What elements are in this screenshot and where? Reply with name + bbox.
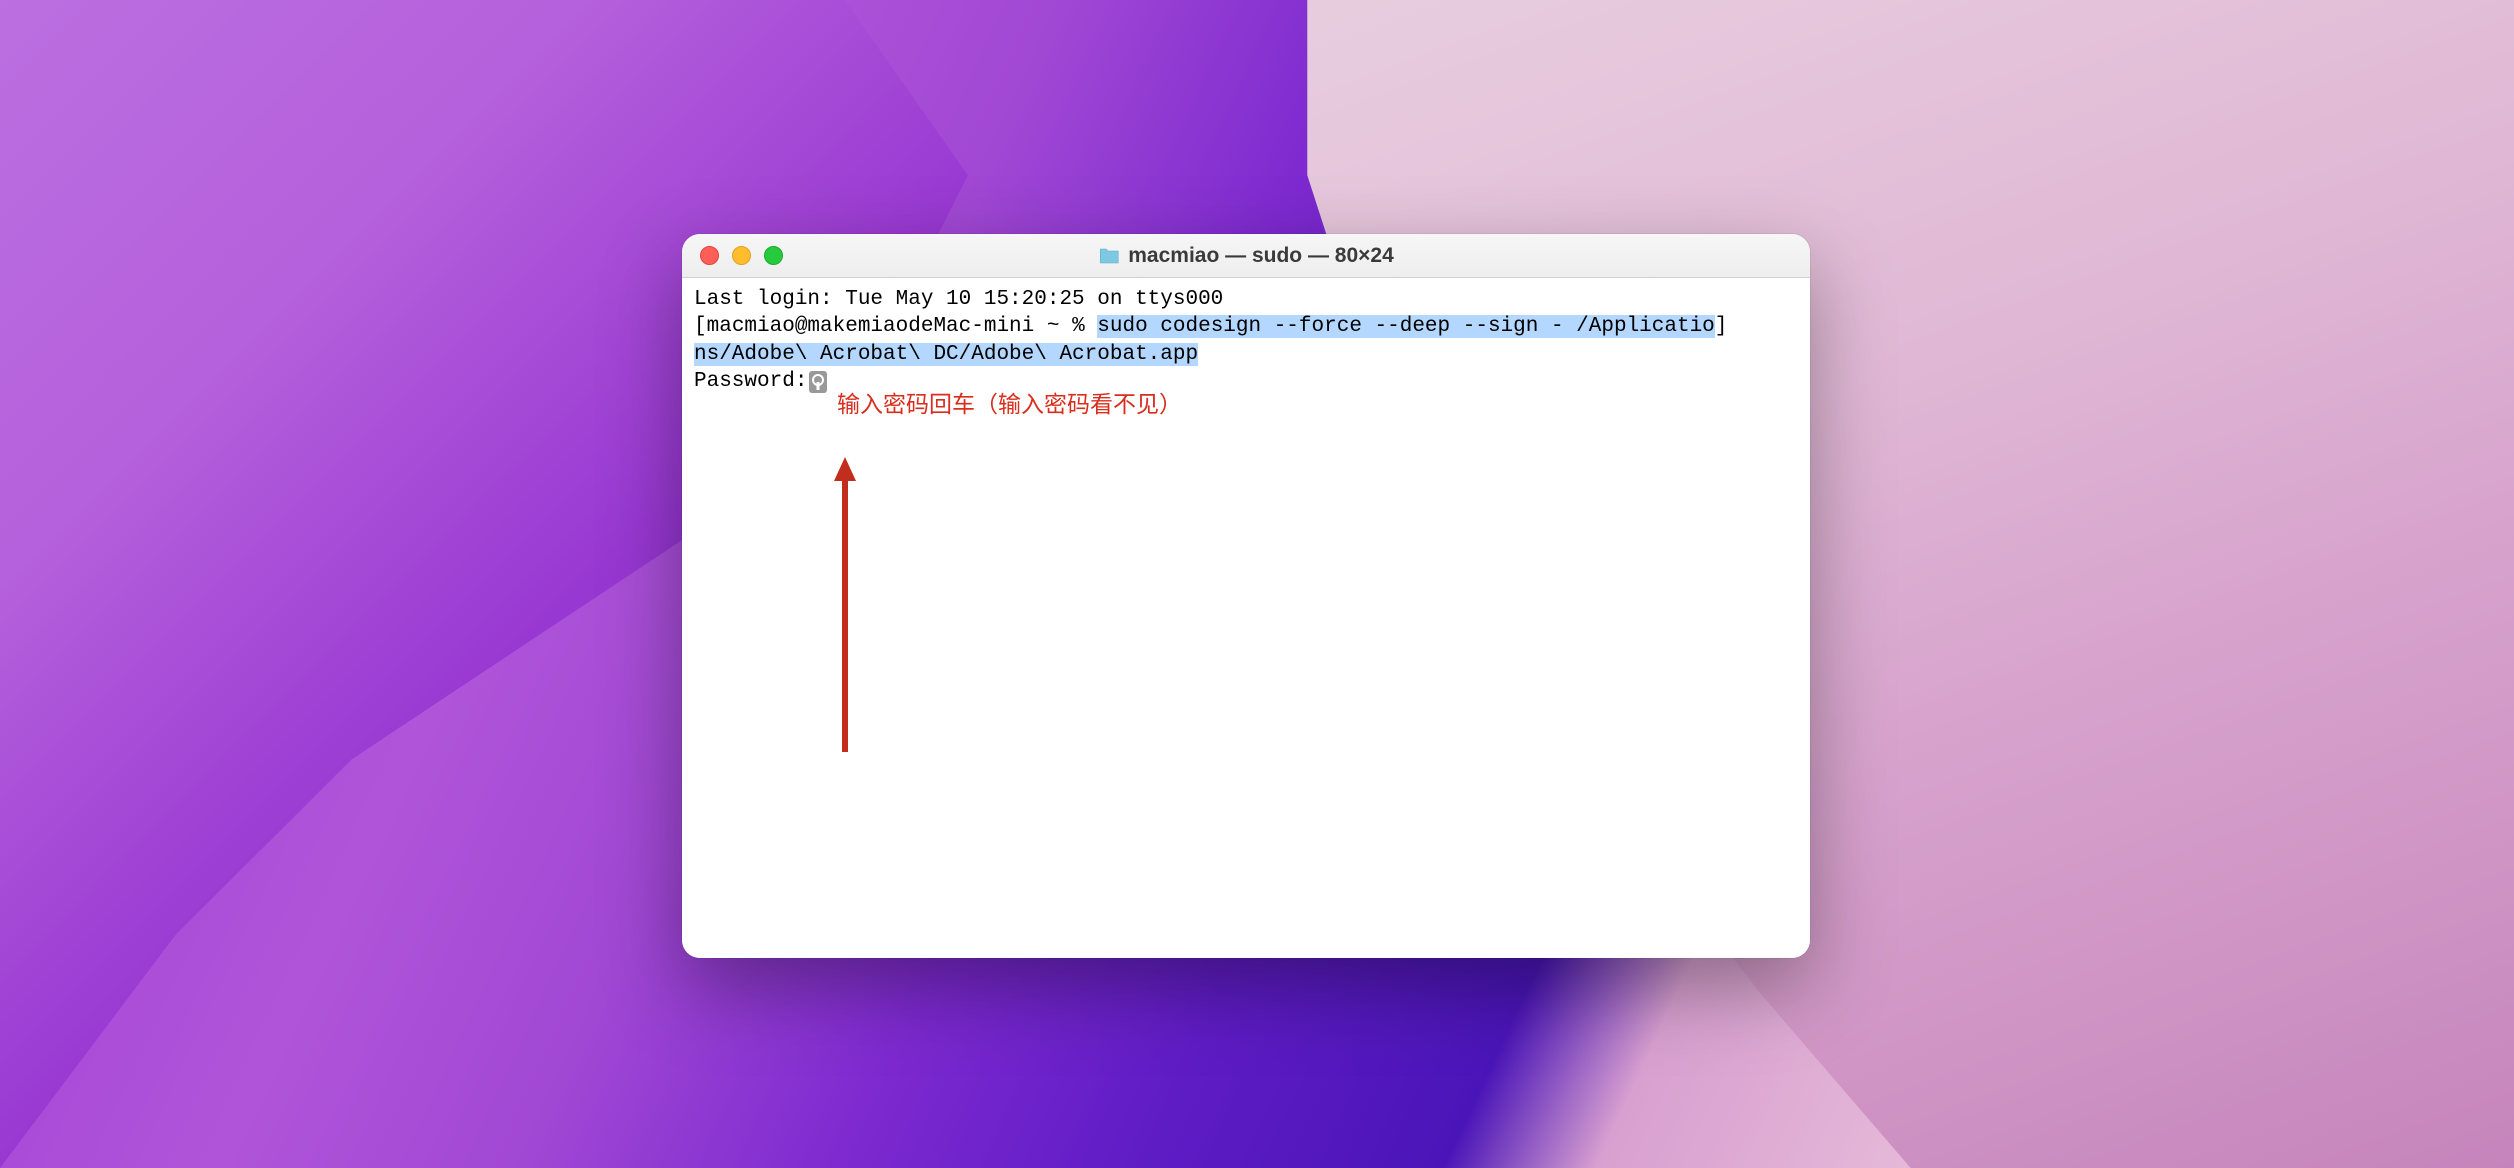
window-title: macmiao — sudo — 80×24 (1098, 244, 1394, 268)
annotation-arrow-icon (830, 402, 860, 784)
key-icon (809, 371, 827, 393)
window-traffic-lights (700, 246, 783, 265)
command-text-line1: sudo codesign --force --deep --sign - /A… (1097, 315, 1715, 338)
command-text-line2: ns/Adobe\ Acrobat\ DC/Adobe\ Acrobat.app (694, 343, 1198, 366)
folder-icon (1098, 247, 1120, 265)
shell-prompt: macmiao@makemiaodeMac-mini ~ % (707, 315, 1098, 338)
password-prompt: Password: (694, 370, 807, 393)
prompt-bracket: [ (694, 315, 707, 338)
terminal-window[interactable]: macmiao — sudo — 80×24 Last login: Tue M… (682, 234, 1810, 958)
last-login-line: Last login: Tue May 10 15:20:25 on ttys0… (694, 286, 1798, 313)
terminal-content-area[interactable]: Last login: Tue May 10 15:20:25 on ttys0… (682, 278, 1810, 958)
minimize-button[interactable] (732, 246, 751, 265)
window-title-bar[interactable]: macmiao — sudo — 80×24 (682, 234, 1810, 278)
close-button[interactable] (700, 246, 719, 265)
annotation-text: 输入密码回车（输入密码看不见） (837, 390, 1182, 420)
maximize-button[interactable] (764, 246, 783, 265)
prompt-bracket-close: ] (1715, 315, 1728, 338)
window-title-text: macmiao — sudo — 80×24 (1128, 244, 1394, 268)
